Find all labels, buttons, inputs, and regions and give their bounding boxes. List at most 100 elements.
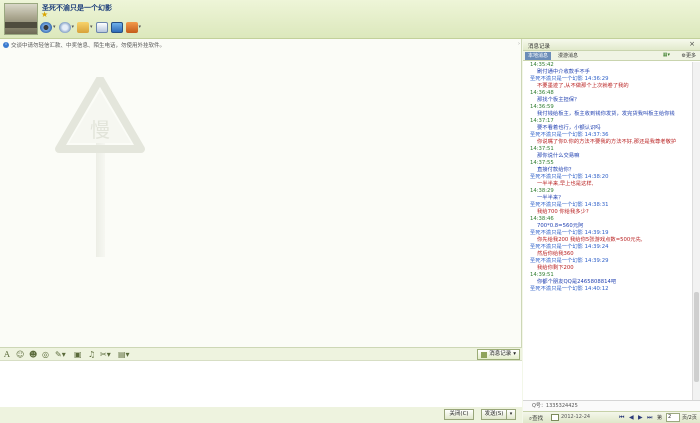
send-bar: 关闭(C) 发送(S) ▾	[0, 407, 522, 423]
chevron-down-icon[interactable]: ▾	[72, 24, 75, 30]
message-header: 圣死不渝只是一个幻影 14:37:36	[530, 132, 609, 138]
video-call-button[interactable]: ▾	[40, 20, 56, 34]
message-header: 14:36:48	[530, 90, 554, 96]
page-label: 第	[657, 415, 663, 421]
last-page-button[interactable]: ⏭	[647, 413, 652, 422]
more-label: 更多	[685, 53, 696, 59]
chevron-down-icon[interactable]: ▾	[139, 24, 142, 30]
search-label: 查找	[532, 416, 544, 422]
history-message: 14:37:17 要不看着也行，小额认识吗	[523, 118, 692, 132]
magic-emoticon-icon[interactable]: ☻	[29, 350, 37, 359]
message-header: 圣死不渝只是一个幻影 14:36:29	[530, 76, 609, 82]
message-header: 14:38:29	[530, 188, 554, 194]
tab-local-messages[interactable]: 本地消息	[525, 52, 552, 60]
history-message: 14:38:29 一半半来？	[523, 188, 692, 202]
message-header: 14:38:46	[530, 216, 554, 222]
chevron-right-icon[interactable]: ›	[518, 41, 520, 47]
message-header: 圣死不渝只是一个幻影 14:40:12	[530, 286, 609, 292]
chat-message-area[interactable]: i 交谈中请勿轻信汇款、中奖信息、陌生电话，勿使用外挂软件。 › 慢	[0, 39, 522, 347]
history-message: 圣死不渝只是一个幻影 14:38:20 一半半来,早上也是这样,	[523, 174, 692, 188]
chat-window-header: 圣死不渝只是一个幻影 ★ ▾ ▾ ▾ ▾	[0, 0, 700, 39]
security-notice-text: 交谈中请勿轻信汇款、中奖信息、陌生电话，勿使用外挂软件。	[11, 43, 166, 49]
history-message: 圣死不渝只是一个幻影 14:39:19 你先给我200 我给你5张游戏点数=500…	[523, 230, 692, 244]
next-page-button[interactable]: ▶	[638, 413, 643, 422]
history-message: 14:36:59 我付钱给板主，板主收到钱你发货，发完货我叫板主给你钱	[523, 104, 692, 118]
message-body: 我给700 你给我多少?	[537, 209, 589, 215]
tab-roaming-messages[interactable]: 漫游消息	[555, 52, 581, 60]
message-header: 圣死不渝只是一个幻影 14:39:29	[530, 258, 609, 264]
message-input[interactable]	[0, 361, 522, 407]
message-header: 圣死不渝只是一个幻影 14:39:19	[530, 230, 609, 236]
traffic-sign-watermark: 慢	[55, 77, 145, 257]
chevron-down-icon: ▾	[513, 351, 516, 357]
shake-icon[interactable]: ◎	[42, 350, 49, 359]
message-body: 你都个朋友QQ是2465808814吧	[537, 279, 617, 285]
scrollbar-thumb[interactable]	[694, 292, 699, 382]
apps-button[interactable]: ▾	[125, 20, 142, 34]
history-message: 圣死不渝只是一个幻影 14:38:31 我给700 你给我多少?	[523, 202, 692, 216]
more-button[interactable]: ⚙更多	[682, 52, 697, 59]
send-image-icon[interactable]: ▣	[74, 350, 82, 359]
send-file-button[interactable]: ▾	[77, 20, 93, 34]
more-tools-icon[interactable]: ▤▾	[118, 350, 130, 359]
input-toolbar: A ☺ ☻ ◎ ✎▾ ▣ ♫ ✂▾ ▤▾ 消息记录 ▾	[0, 347, 522, 361]
close-icon[interactable]: ×	[689, 40, 695, 48]
font-icon[interactable]: A	[4, 350, 10, 359]
history-message: 14:38:46 700*0.8=560元阿	[523, 216, 692, 230]
remote-assist-button[interactable]	[95, 20, 108, 34]
chevron-down-icon[interactable]: ▾	[53, 24, 56, 30]
chevron-down-icon[interactable]: ▾	[90, 24, 93, 30]
message-header: 14:35:42	[530, 62, 554, 68]
camera-icon	[40, 21, 52, 33]
message-header: 14:39:51	[530, 272, 554, 278]
security-notice: i 交谈中请勿轻信汇款、中奖信息、陌生电话，勿使用外挂软件。	[3, 41, 165, 49]
message-header: 14:37:17	[530, 118, 554, 124]
send-options-dropdown[interactable]: ▾	[507, 409, 516, 420]
folder-icon	[77, 21, 90, 33]
history-footer: ⌕查找 2012-12-24 ⏮ ◀ ▶ ⏭ 第 2 页/2页	[523, 411, 700, 423]
smiley-icon[interactable]: ☺	[16, 350, 24, 359]
history-header: 消息记录 ×	[523, 39, 700, 51]
message-history-label: 消息记录	[489, 351, 512, 357]
history-message: 圣死不渝只是一个幻影 14:39:29 我给你剩下200	[523, 258, 692, 272]
history-message: 14:39:51 你都个朋友QQ是2465808814吧	[523, 272, 692, 286]
contact-avatar[interactable]	[4, 3, 38, 35]
history-message-list[interactable]: 14:35:42 刷付通中介收款手不手 圣死不渝只是一个幻影 14:36:29 不要墨…	[523, 62, 692, 400]
history-message: 14:36:48 那找个板主担保？	[523, 90, 692, 104]
date-field[interactable]: 2012-12-24	[561, 413, 607, 422]
sign-text: 慢	[90, 118, 110, 142]
first-page-button[interactable]: ⏮	[619, 413, 624, 422]
contact-name[interactable]: 圣死不渝只是一个幻影	[42, 3, 112, 13]
message-header: 14:37:55	[530, 160, 554, 166]
search-button[interactable]: ⌕查找	[529, 414, 543, 423]
document-icon	[95, 21, 108, 33]
screen-share-button[interactable]	[110, 20, 123, 34]
history-scrollbar[interactable]	[692, 62, 700, 400]
prev-page-button[interactable]: ◀	[629, 413, 634, 422]
apps-icon	[125, 21, 138, 33]
message-body: 不要墨迹了,从不做那个上次就卷了我的	[537, 83, 629, 89]
page-number-input[interactable]: 2	[666, 413, 680, 422]
voice-message-icon[interactable]: ✎▾	[55, 350, 66, 359]
message-body: 你先给我200 我给你5张游戏点数=500元先,	[537, 237, 643, 243]
message-body: 刷付通中介收款手不手	[537, 69, 590, 75]
history-message: 圣死不渝只是一个幻影 14:40:12	[523, 286, 692, 293]
message-body: 一半半来,早上也是这样,	[537, 181, 594, 187]
history-tools-icon[interactable]: ▦▾	[663, 52, 670, 58]
history-message: 14:37:51 那你说什么交易嘛	[523, 146, 692, 160]
history-icon	[481, 351, 488, 358]
message-body: 我给你剩下200	[537, 265, 574, 271]
close-button[interactable]: 关闭(C)	[444, 409, 474, 420]
message-body: 一半半来？	[537, 195, 564, 201]
calendar-icon[interactable]	[551, 414, 559, 421]
message-history-button[interactable]: 消息记录 ▾	[477, 349, 520, 360]
message-header: 圣死不渝只是一个幻影 14:39:24	[530, 244, 609, 250]
voice-call-button[interactable]: ▾	[58, 20, 75, 34]
history-title: 消息记录	[528, 44, 551, 50]
screenshot-scissors-icon[interactable]: ✂▾	[100, 350, 111, 359]
send-button[interactable]: 发送(S)	[481, 409, 507, 420]
message-body: 要不看着也行，小额认识吗	[537, 125, 601, 131]
history-message: 圣死不渝只是一个幻影 14:39:24 然后你给我360	[523, 244, 692, 258]
music-icon[interactable]: ♫	[88, 350, 95, 359]
message-body: 然后你给我360	[537, 251, 574, 257]
